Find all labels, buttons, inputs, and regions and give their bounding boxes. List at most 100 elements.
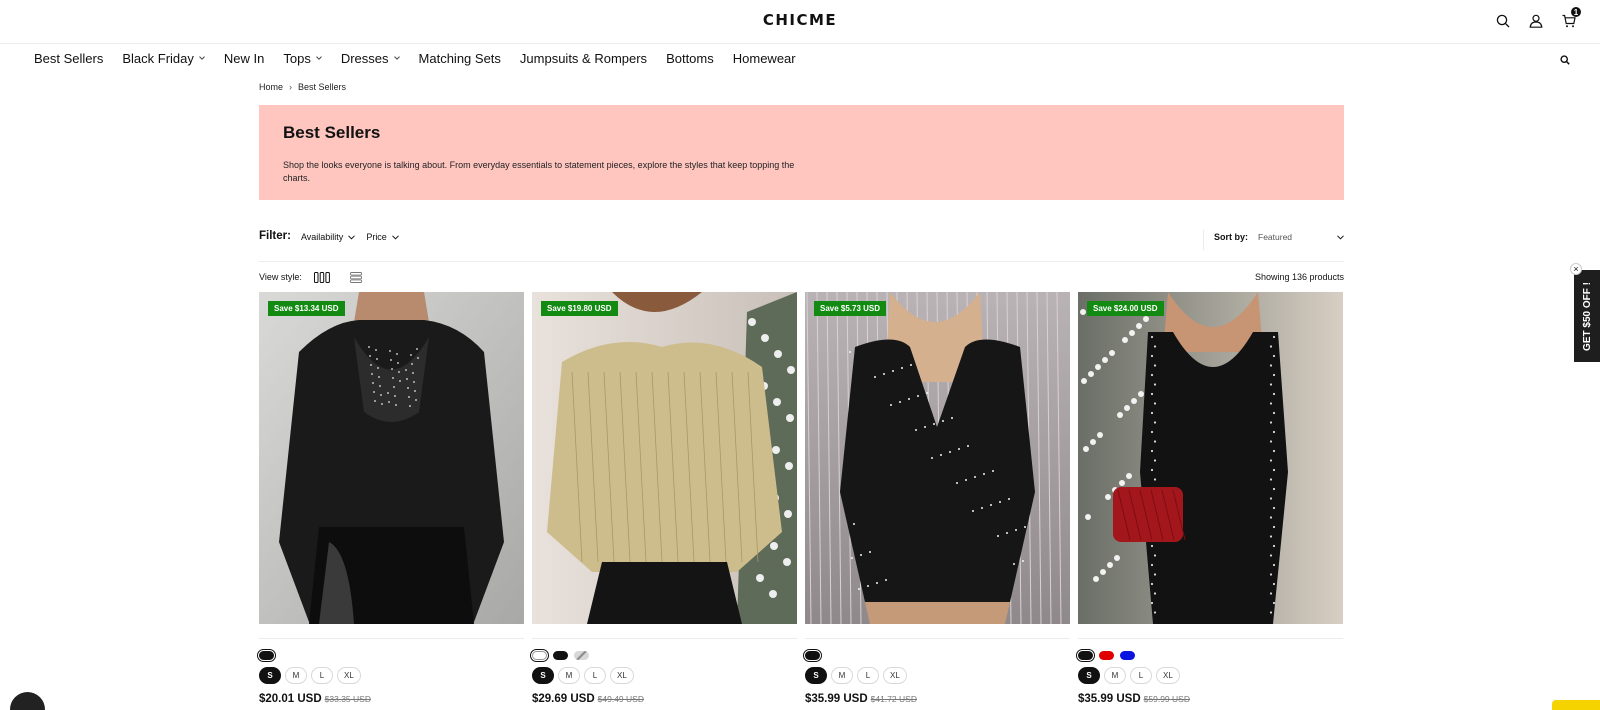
collection-description: Shop the looks everyone is talking about… xyxy=(283,160,795,183)
size-option[interactable]: L xyxy=(857,667,879,684)
product-image[interactable]: Save $19.80 USD xyxy=(532,292,797,624)
nav-item-label: Tops xyxy=(283,50,311,66)
save-badge: Save $24.00 USD xyxy=(1087,301,1164,316)
color-swatches xyxy=(803,648,1070,662)
nav-item-bottoms[interactable]: Bottoms xyxy=(666,51,714,66)
color-swatch[interactable] xyxy=(803,648,822,662)
color-swatch[interactable] xyxy=(553,650,568,660)
size-option[interactable]: L xyxy=(1130,667,1152,684)
promo-close-icon[interactable]: × xyxy=(1570,263,1582,275)
nav-item-tops[interactable]: Tops xyxy=(283,50,322,66)
size-option[interactable]: XL xyxy=(1156,667,1180,684)
color-swatches xyxy=(530,648,797,662)
nav-item-best-sellers[interactable]: Best Sellers xyxy=(34,51,103,66)
color-swatches xyxy=(1076,648,1343,662)
color-swatch[interactable] xyxy=(1120,650,1135,660)
grid-columns-icon xyxy=(313,271,330,283)
size-option[interactable]: XL xyxy=(610,667,634,684)
size-option[interactable]: M xyxy=(285,667,307,684)
size-option[interactable]: M xyxy=(1104,667,1126,684)
grid-view-button[interactable] xyxy=(313,271,330,283)
header-icons: 1 xyxy=(1493,7,1581,30)
size-options: S M L XL xyxy=(259,667,524,684)
size-option[interactable]: XL xyxy=(883,667,907,684)
size-option[interactable]: L xyxy=(311,667,333,684)
promo-side-tab-label: GET $50 OFF ! xyxy=(1581,281,1593,351)
sale-price: $20.01 USD xyxy=(259,693,322,705)
price-row: $35.99 USD $41.72 USD xyxy=(805,693,1070,705)
cart-icon[interactable]: 1 xyxy=(1559,7,1581,30)
chevron-down-icon xyxy=(391,234,399,240)
color-swatch[interactable] xyxy=(530,648,549,662)
nav-item-label: Jumpsuits & Rompers xyxy=(519,50,648,66)
product-image[interactable]: Save $13.34 USD xyxy=(259,292,524,624)
list-view-button[interactable] xyxy=(349,271,362,283)
product-card[interactable]: Save $5.73 USD S M L XL $35.99 USD $41.72 USD xyxy=(803,292,1070,705)
product-image[interactable]: Save $5.73 USD xyxy=(805,292,1070,624)
price-filter-label: Price xyxy=(366,232,387,242)
sale-price: $35.99 USD xyxy=(805,693,868,705)
product-image[interactable]: Save $24.00 USD xyxy=(1078,292,1343,624)
cart-count-badge: 1 xyxy=(1571,7,1581,17)
sale-price: $35.99 USD xyxy=(1078,693,1141,705)
nav-item-label: Homewear xyxy=(732,50,796,66)
nav-item-label: New In xyxy=(223,50,265,66)
price-row: $35.99 USD $59.99 USD xyxy=(1078,693,1343,705)
product-count: Showing 136 products xyxy=(1254,272,1344,282)
nav-item-dresses[interactable]: Dresses xyxy=(341,51,400,66)
breadcrumb: Home › Best Sellers xyxy=(259,82,1344,92)
nav-item-black-friday[interactable]: Black Friday xyxy=(122,51,205,66)
size-option[interactable]: S xyxy=(1078,667,1100,684)
size-option[interactable]: S xyxy=(259,667,281,684)
size-option[interactable]: S xyxy=(805,667,827,684)
nav-item-homewear[interactable]: Homewear xyxy=(733,51,796,66)
size-options: S M L XL xyxy=(1078,667,1343,684)
sale-price: $29.69 USD xyxy=(532,693,595,705)
size-option[interactable]: S xyxy=(532,667,554,684)
availability-filter[interactable]: Availability xyxy=(301,232,356,242)
original-price: $49.49 USD xyxy=(597,694,644,704)
search-icon[interactable] xyxy=(1493,11,1512,30)
page-title: Best Sellers xyxy=(283,123,381,142)
color-swatch[interactable] xyxy=(257,648,276,662)
chevron-down-icon xyxy=(348,234,356,240)
site-logo[interactable]: CHICME xyxy=(0,11,1600,29)
save-badge: Save $5.73 USD xyxy=(814,301,887,316)
nav-search-icon[interactable] xyxy=(1560,52,1570,70)
breadcrumb-current: Best Sellers xyxy=(298,82,347,92)
color-swatch[interactable] xyxy=(1099,650,1114,660)
product-card[interactable]: Save $13.34 USD S M L XL $20.01 USD $33.35 USD xyxy=(257,292,524,705)
nav-item-label: Dresses xyxy=(340,50,389,66)
floating-action-button[interactable] xyxy=(1552,700,1600,710)
color-swatches xyxy=(257,648,524,662)
product-card[interactable]: Save $24.00 USD S M L XL $35.99 USD $59.99 USD xyxy=(1076,292,1343,705)
chevron-down-icon xyxy=(1337,235,1344,240)
product-card[interactable]: Save $19.80 USD S M L XL $29.69 USD $49.49 USD xyxy=(530,292,797,705)
color-swatch[interactable] xyxy=(574,650,589,660)
nav-item-matching-sets[interactable]: Matching Sets xyxy=(419,51,501,66)
chevron-down-icon xyxy=(315,56,322,60)
size-option[interactable]: XL xyxy=(337,667,361,684)
price-row: $29.69 USD $49.49 USD xyxy=(532,693,797,705)
card-divider xyxy=(1078,638,1343,639)
collection-banner: Best Sellers Shop the looks everyone is … xyxy=(259,105,1344,200)
nav-item-label: Black Friday xyxy=(122,50,194,66)
size-option[interactable]: M xyxy=(831,667,853,684)
sort-select[interactable]: Featured xyxy=(1258,232,1344,242)
card-divider xyxy=(805,638,1070,639)
nav-item-jumpsuits-rompers[interactable]: Jumpsuits & Rompers xyxy=(520,51,647,66)
size-option[interactable]: L xyxy=(584,667,606,684)
nav-item-new-in[interactable]: New In xyxy=(224,51,264,66)
price-filter[interactable]: Price xyxy=(366,232,399,242)
breadcrumb-home[interactable]: Home xyxy=(259,82,283,92)
breadcrumb-separator-icon: › xyxy=(289,82,293,92)
filter-bar: Filter: Availability Price Sort by: Feat… xyxy=(259,230,1344,262)
size-option[interactable]: M xyxy=(558,667,580,684)
color-swatch[interactable] xyxy=(1076,648,1095,662)
account-icon[interactable] xyxy=(1526,11,1545,30)
nav-item-label: Matching Sets xyxy=(418,50,501,66)
promo-side-tab[interactable]: GET $50 OFF ! xyxy=(1574,270,1600,362)
nav-item-label: Best Sellers xyxy=(34,50,104,66)
chat-icon[interactable] xyxy=(10,692,45,710)
sort-value: Featured xyxy=(1258,232,1293,242)
